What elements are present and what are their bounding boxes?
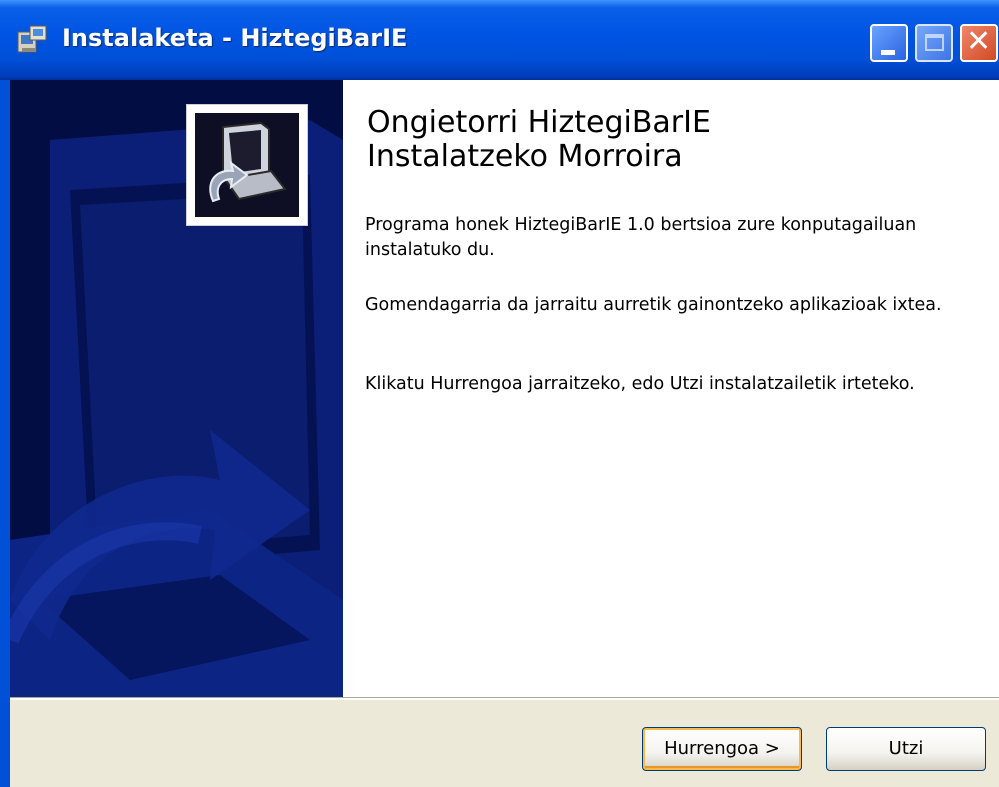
description-text: Programa honek HiztegiBarIE 1.0 bertsioa… [365, 215, 917, 260]
title-bar[interactable]: Instalaketa - HiztegiBarIE ✕ [0, 0, 999, 80]
cancel-button[interactable]: Utzi [826, 727, 986, 771]
minimize-button[interactable] [870, 24, 908, 62]
footer-separator [10, 697, 999, 699]
next-button[interactable]: Hurrengoa > [642, 727, 802, 771]
window-title: Instalaketa - HiztegiBarIE [62, 24, 408, 52]
heading-line-2: Instalatzeko Morroira [367, 139, 683, 174]
minimize-icon [881, 50, 895, 55]
installer-icon [17, 25, 47, 53]
close-icon: ✕ [966, 24, 992, 59]
setup-computer-icon [186, 104, 308, 226]
instruction-text: Klikatu Hurrengoa jarraitzeko, edo Utzi … [365, 374, 915, 394]
wizard-content: Ongietorri HiztegiBarIE Instalatzeko Mor… [343, 80, 999, 697]
maximize-button[interactable] [915, 24, 953, 62]
setup-icon-background [195, 113, 299, 217]
close-button[interactable]: ✕ [960, 24, 998, 62]
recommendation-text: Gomendagarria da jarraitu aurretik gaino… [365, 295, 942, 315]
heading-line-1: Ongietorri HiztegiBarIE [367, 105, 711, 140]
maximize-icon [925, 34, 944, 51]
welcome-heading: Ongietorri HiztegiBarIE Instalatzeko Mor… [367, 106, 987, 174]
setup-icon-graphic [195, 113, 299, 217]
window-frame-left [0, 80, 10, 787]
